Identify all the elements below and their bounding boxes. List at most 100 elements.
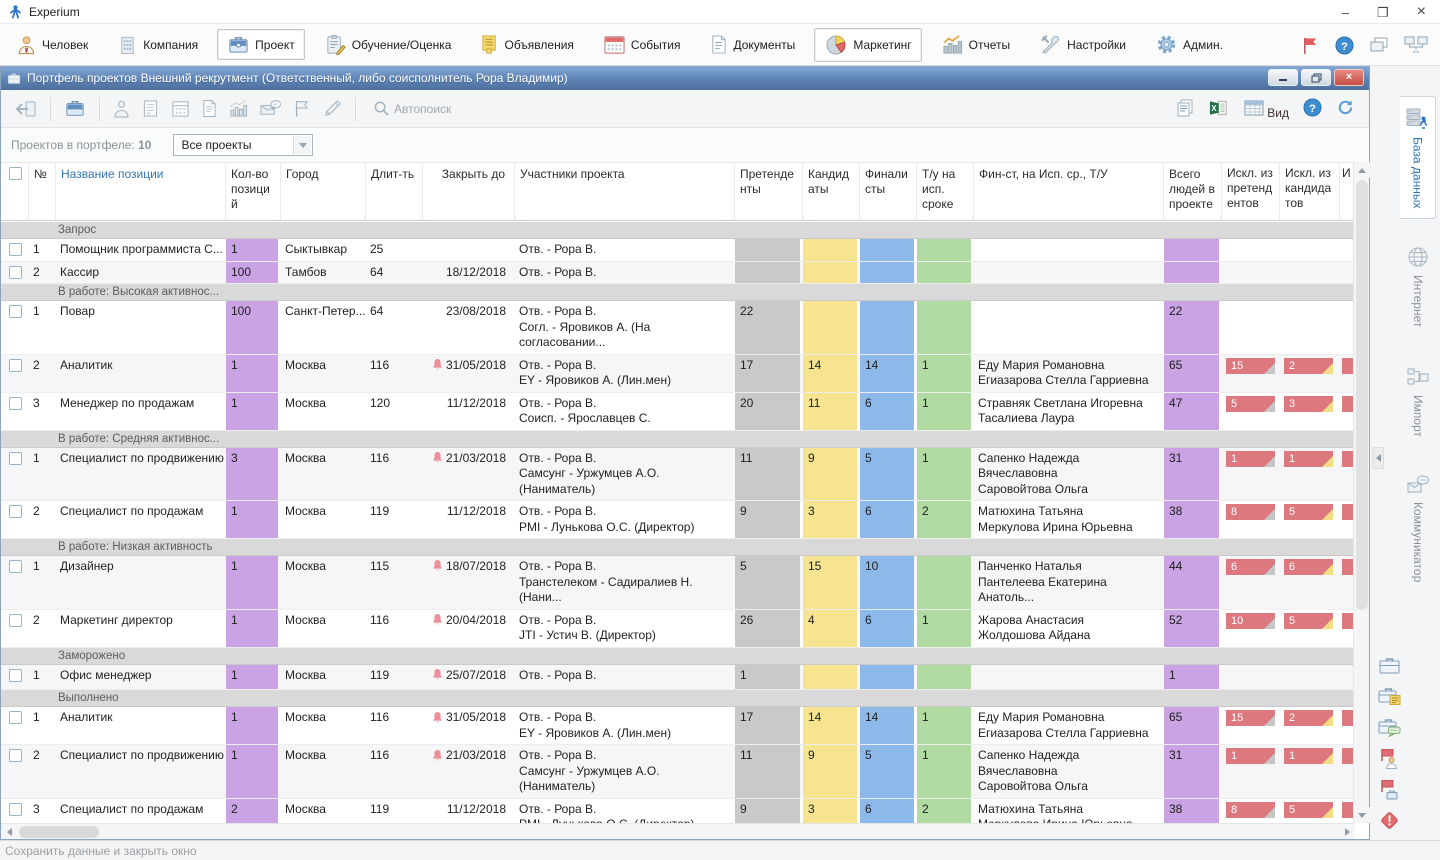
- toolbar-button-training[interactable]: Обучение/Оценка: [314, 29, 462, 60]
- flag-person-icon[interactable]: [1377, 746, 1401, 770]
- sidebar-tab-communicator[interactable]: Коммуникатор: [1400, 464, 1436, 593]
- pencil-icon[interactable]: [317, 96, 348, 121]
- row-checkbox[interactable]: [8, 711, 22, 725]
- row-checkbox[interactable]: [8, 613, 22, 627]
- column-header-finst[interactable]: Фин-ст, на Исп. ср., Т/У: [974, 163, 1164, 220]
- toolbar-button-company[interactable]: Компания: [107, 29, 208, 61]
- table-row[interactable]: 3 Специалист по продажам 2 Москва 119 11/12/2…: [1, 798, 1355, 824]
- column-header-part[interactable]: Участники проекта: [515, 163, 735, 220]
- scroll-down-button[interactable]: [1354, 807, 1370, 823]
- sidebar-tab-import[interactable]: Импорт: [1400, 355, 1436, 448]
- row-checkbox[interactable]: [8, 243, 22, 256]
- toolbar-button-person[interactable]: Человек: [6, 29, 98, 61]
- column-header-prob[interactable]: Т/у на исп. сроке: [917, 163, 974, 220]
- back-icon[interactable]: [9, 97, 43, 121]
- vertical-scrollbar[interactable]: [1353, 162, 1370, 823]
- calendar-grid-icon[interactable]: [165, 96, 196, 121]
- help-icon[interactable]: ?: [1335, 35, 1354, 55]
- sidebar-tab-internet[interactable]: Интернет: [1400, 235, 1436, 338]
- help-icon[interactable]: ?: [1303, 98, 1322, 120]
- flag-grey-icon[interactable]: [287, 96, 317, 121]
- row-checkbox[interactable]: [8, 358, 22, 372]
- app-restore-button[interactable]: ❐: [1377, 6, 1389, 19]
- row-checkbox[interactable]: [8, 451, 22, 465]
- flag-briefcase-icon[interactable]: [1377, 777, 1401, 801]
- toolbar-button-reports[interactable]: Отчеты: [931, 29, 1020, 60]
- briefcase-icon[interactable]: [1377, 653, 1401, 677]
- form-icon[interactable]: [136, 96, 165, 121]
- briefcase-chat-icon[interactable]: [1377, 715, 1401, 739]
- excel-icon[interactable]: X: [1209, 99, 1230, 120]
- table-row[interactable]: 1 Специалист по продвижению 3 Москва 116 21/0…: [1, 447, 1355, 501]
- window-close-button[interactable]: ×: [1334, 69, 1364, 86]
- window-titlebar[interactable]: Портфель проектов Внешний рекрутмент (От…: [1, 66, 1369, 90]
- table-row[interactable]: 1 Дизайнер 1 Москва 115 18/07/2018 Отв. - Рора…: [1, 556, 1355, 610]
- refresh-icon[interactable]: [1336, 98, 1355, 120]
- select-all-checkbox[interactable]: [8, 167, 22, 180]
- row-checkbox[interactable]: [8, 505, 22, 518]
- scroll-right-button[interactable]: [1339, 824, 1355, 840]
- app-minimize-button[interactable]: –: [1342, 6, 1349, 19]
- briefcase-note-icon[interactable]: [1377, 684, 1401, 708]
- portfolio-blue-icon[interactable]: [58, 96, 92, 121]
- table-row[interactable]: 2 Аналитик 1 Москва 116 31/05/2018 Отв. - Рора…: [1, 354, 1355, 393]
- mail-chat-icon[interactable]: [254, 96, 287, 121]
- project-filter-dropdown[interactable]: Все проекты: [173, 134, 314, 156]
- row-checkbox[interactable]: [8, 668, 22, 682]
- scroll-up-button[interactable]: [1354, 162, 1370, 178]
- row-checkbox[interactable]: [8, 560, 22, 573]
- alert-icon[interactable]: [1377, 808, 1401, 832]
- column-header-close[interactable]: Закрыть до: [423, 163, 515, 220]
- table-row[interactable]: 1 Аналитик 1 Москва 116 31/05/2018 Отв. - Рора…: [1, 707, 1355, 746]
- copy-doc-icon[interactable]: [1175, 98, 1195, 121]
- table-row[interactable]: 2 Специалист по продажам 1 Москва 119 11/12/2…: [1, 501, 1355, 539]
- flag-icon[interactable]: [1301, 36, 1320, 55]
- column-header-name[interactable]: Название позиции: [56, 163, 226, 220]
- toolbar-button-ads[interactable]: Объявления: [470, 29, 583, 60]
- column-header-city[interactable]: Город: [281, 163, 366, 220]
- toolbar-button-marketing[interactable]: Маркетинг: [814, 27, 922, 62]
- workstations-icon[interactable]: [1404, 36, 1428, 54]
- chart-grey-icon[interactable]: [223, 96, 254, 121]
- column-header-cand[interactable]: Кандидаты: [803, 163, 860, 220]
- sidebar-tab-database[interactable]: База данных: [1400, 96, 1436, 220]
- column-header-num[interactable]: №: [29, 163, 56, 220]
- column-header-app[interactable]: Претенденты: [735, 163, 803, 220]
- view-grid-icon[interactable]: Вид: [1244, 99, 1289, 120]
- toolbar-button-events[interactable]: События: [593, 29, 691, 60]
- table-row[interactable]: 2 Маркетинг директор 1 Москва 116 20/04/2018 О…: [1, 609, 1355, 648]
- toolbar-button-project[interactable]: Проект: [217, 29, 305, 60]
- autosearch[interactable]: Автопоиск: [373, 100, 451, 117]
- column-header-pos[interactable]: Кол-во позиций: [226, 163, 281, 220]
- row-checkbox[interactable]: [8, 305, 22, 318]
- person-grey-icon[interactable]: [107, 96, 136, 121]
- table-row[interactable]: 2 Специалист по продвижению 1 Москва 116 21/0…: [1, 745, 1355, 799]
- horizontal-scroll-thumb[interactable]: [19, 826, 99, 838]
- row-checkbox[interactable]: [8, 265, 22, 279]
- table-row[interactable]: 1 Повар 100 Санкт-Петер... 64 23/08/2018 Отв. …: [1, 301, 1355, 355]
- table-row[interactable]: 3 Менеджер по продажам 1 Москва 120 11/12/201…: [1, 392, 1355, 431]
- toolbar-button-settings[interactable]: Настройки: [1029, 29, 1136, 60]
- column-header-xc[interactable]: Искл. из кандидатов: [1280, 163, 1340, 220]
- table-row[interactable]: 2 Кассир 100 Тамбов 64 18/12/2018 Отв. - Рора …: [1, 261, 1355, 284]
- window-restore-button[interactable]: [1301, 69, 1331, 86]
- vertical-scroll-thumb[interactable]: [1356, 180, 1368, 610]
- column-header-fin[interactable]: Финалисты: [860, 163, 917, 220]
- scroll-left-button[interactable]: [1, 824, 17, 840]
- row-checkbox[interactable]: [8, 802, 22, 816]
- column-header-xa[interactable]: Искл. из претендентов: [1222, 163, 1280, 220]
- row-checkbox[interactable]: [8, 749, 22, 763]
- windows-icon[interactable]: [1369, 36, 1389, 54]
- column-header-dur[interactable]: Длит-ть: [366, 163, 423, 220]
- sidebar-collapse-button[interactable]: [1372, 447, 1384, 469]
- table-row[interactable]: 1 Офис менеджер 1 Москва 119 25/07/2018 Отв. -…: [1, 664, 1355, 691]
- document-grey-icon[interactable]: [196, 96, 223, 121]
- row-checkbox[interactable]: [8, 396, 22, 410]
- app-close-button[interactable]: ×: [1417, 4, 1426, 20]
- column-header-total[interactable]: Всего людей в проекте: [1164, 163, 1222, 220]
- table-row[interactable]: 1 Помощник программиста С... 1 Сыктывкар 25 О…: [1, 239, 1355, 262]
- toolbar-button-admin[interactable]: Админ.: [1145, 28, 1233, 61]
- toolbar-button-documents[interactable]: Документы: [699, 29, 805, 60]
- window-minimize-button[interactable]: [1268, 69, 1298, 86]
- horizontal-scrollbar[interactable]: [1, 823, 1355, 839]
